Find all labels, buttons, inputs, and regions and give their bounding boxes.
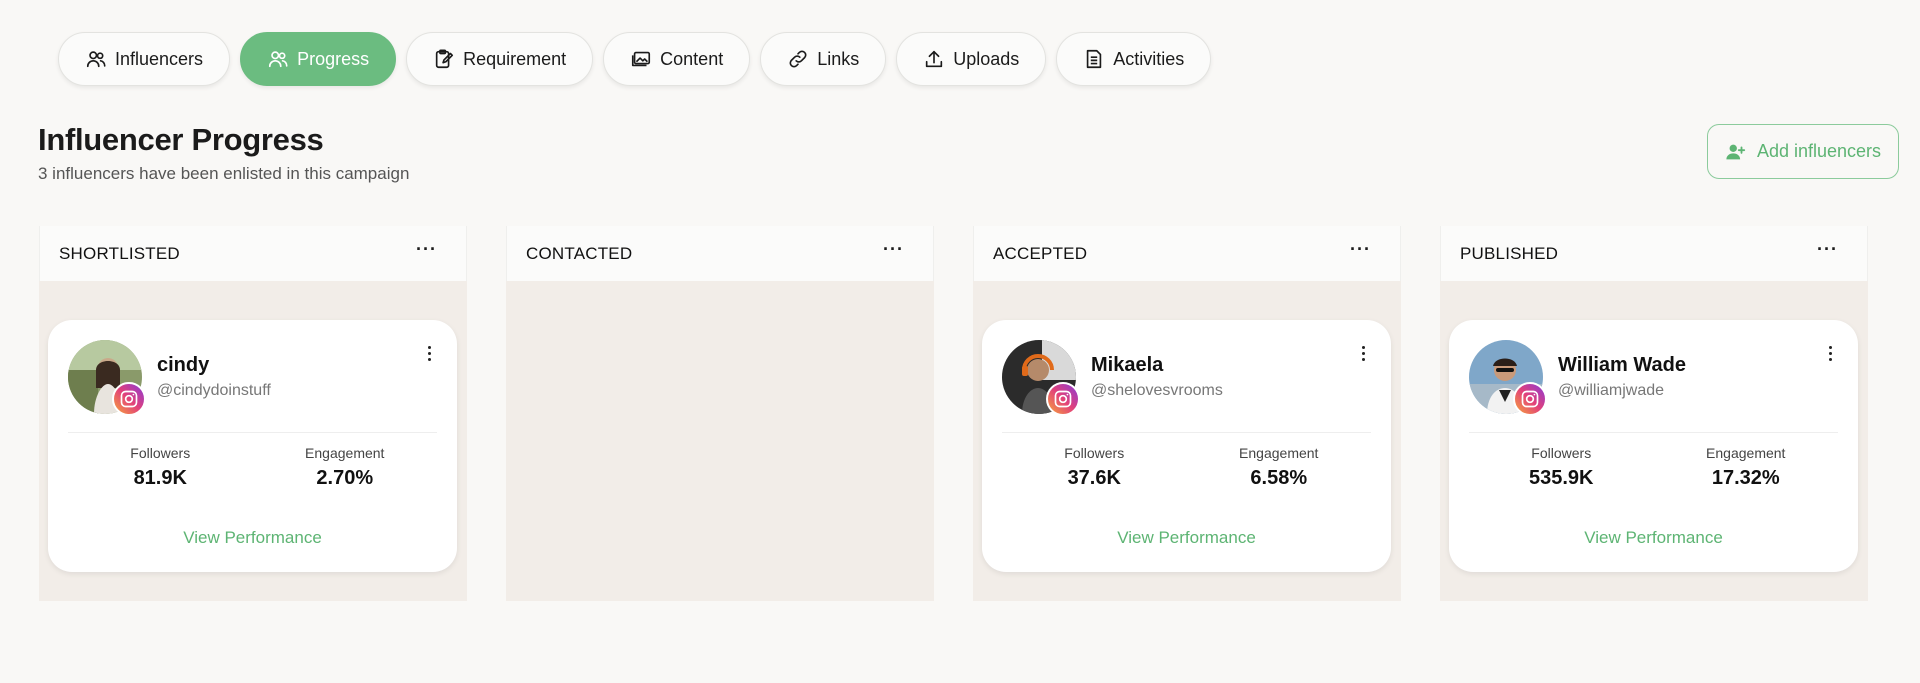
tab-progress[interactable]: Progress bbox=[240, 32, 397, 86]
view-performance-link[interactable]: View Performance bbox=[1449, 528, 1858, 548]
user-plus-icon bbox=[1726, 144, 1746, 159]
page-subtitle: 3 influencers have been enlisted in this… bbox=[38, 164, 410, 183]
users-icon bbox=[86, 51, 106, 68]
stats-row: Followers 535.9K Engagement 17.32% bbox=[1469, 432, 1838, 502]
page-title: Influencer Progress bbox=[38, 122, 324, 157]
column-header: PUBLISHED ··· bbox=[1440, 226, 1868, 281]
avatar bbox=[68, 340, 146, 416]
card-menu-icon[interactable] bbox=[1822, 342, 1838, 364]
add-influencers-button[interactable]: Add influencers bbox=[1707, 124, 1899, 179]
column-body: Mikaela @shelovesvrooms Followers 37.6K … bbox=[973, 281, 1401, 601]
tab-requirement[interactable]: Requirement bbox=[406, 32, 594, 86]
tab-label: Requirement bbox=[463, 48, 567, 69]
instagram-icon bbox=[1046, 382, 1080, 416]
engagement-label: Engagement bbox=[305, 445, 385, 461]
column-header: SHORTLISTED ··· bbox=[39, 226, 467, 281]
column-menu-button[interactable]: ··· bbox=[873, 239, 914, 268]
tab-bar: Influencers Progress Requirement Content… bbox=[58, 32, 1212, 86]
influencer-name: Mikaela bbox=[1091, 354, 1164, 376]
followers-stat: Followers 37.6K bbox=[1002, 433, 1187, 502]
page-header: Influencer Progress 3 influencers have b… bbox=[38, 122, 409, 184]
card-menu-icon[interactable] bbox=[421, 342, 437, 364]
influencer-handle: @cindydoinstuff bbox=[157, 382, 271, 399]
avatar bbox=[1469, 340, 1547, 416]
influencer-name: William Wade bbox=[1558, 354, 1686, 376]
tab-uploads[interactable]: Uploads bbox=[896, 32, 1047, 86]
column-header: ACCEPTED ··· bbox=[973, 226, 1401, 281]
influencer-card: William Wade @williamjwade Followers 535… bbox=[1449, 320, 1858, 572]
tab-activities[interactable]: Activities bbox=[1056, 32, 1212, 86]
engagement-stat: Engagement 17.32% bbox=[1654, 433, 1839, 502]
tab-label: Progress bbox=[297, 48, 370, 69]
upload-icon bbox=[926, 50, 943, 68]
influencer-name: cindy bbox=[157, 354, 210, 376]
engagement-stat: Engagement 6.58% bbox=[1187, 433, 1372, 502]
followers-stat: Followers 81.9K bbox=[68, 433, 253, 502]
column-title: CONTACTED bbox=[526, 243, 633, 263]
column-shortlisted: SHORTLISTED ··· cindy @cindydoinstuff Fo… bbox=[39, 226, 467, 601]
column-body: cindy @cindydoinstuff Followers 81.9K En… bbox=[39, 281, 467, 601]
followers-label: Followers bbox=[1064, 445, 1125, 461]
document-icon bbox=[1087, 49, 1102, 69]
users-icon bbox=[268, 51, 288, 68]
column-header: CONTACTED ··· bbox=[506, 226, 934, 281]
influencer-card: cindy @cindydoinstuff Followers 81.9K En… bbox=[48, 320, 457, 572]
engagement-value: 6.58% bbox=[1250, 467, 1308, 489]
followers-value: 535.9K bbox=[1529, 467, 1594, 489]
column-title: SHORTLISTED bbox=[59, 243, 180, 263]
card-menu-icon[interactable] bbox=[1355, 342, 1371, 364]
engagement-label: Engagement bbox=[1706, 445, 1786, 461]
engagement-value: 17.32% bbox=[1711, 467, 1780, 489]
tab-content[interactable]: Content bbox=[603, 32, 751, 86]
column-menu-button[interactable]: ··· bbox=[1340, 239, 1381, 268]
images-icon bbox=[632, 51, 651, 67]
tab-label: Activities bbox=[1113, 48, 1185, 69]
tab-label: Links bbox=[817, 48, 860, 69]
followers-label: Followers bbox=[130, 445, 191, 461]
followers-label: Followers bbox=[1531, 445, 1592, 461]
column-body: William Wade @williamjwade Followers 535… bbox=[1440, 281, 1868, 601]
view-performance-link[interactable]: View Performance bbox=[48, 528, 457, 548]
link-icon bbox=[789, 50, 807, 68]
stats-row: Followers 81.9K Engagement 2.70% bbox=[68, 432, 437, 502]
followers-value: 81.9K bbox=[133, 467, 187, 489]
followers-stat: Followers 535.9K bbox=[1469, 433, 1654, 502]
column-accepted: ACCEPTED ··· Mikaela @shelovesvrooms Fol… bbox=[973, 226, 1401, 601]
avatar bbox=[1002, 340, 1080, 416]
instagram-icon bbox=[1513, 382, 1547, 416]
column-menu-button[interactable]: ··· bbox=[1807, 239, 1848, 268]
engagement-value: 2.70% bbox=[316, 467, 374, 489]
influencer-card: Mikaela @shelovesvrooms Followers 37.6K … bbox=[982, 320, 1391, 572]
column-title: ACCEPTED bbox=[993, 243, 1088, 263]
influencer-handle: @williamjwade bbox=[1558, 382, 1665, 399]
column-menu-button[interactable]: ··· bbox=[406, 239, 447, 268]
influencer-handle: @shelovesvrooms bbox=[1091, 382, 1223, 399]
add-influencers-label: Add influencers bbox=[1756, 141, 1882, 161]
tab-label: Content bbox=[660, 48, 724, 69]
column-body bbox=[506, 281, 934, 601]
clipboard-edit-icon bbox=[435, 49, 454, 69]
tab-influencers[interactable]: Influencers bbox=[58, 32, 231, 86]
column-published: PUBLISHED ··· William Wade @williamjwade… bbox=[1440, 226, 1868, 601]
followers-value: 37.6K bbox=[1067, 467, 1121, 489]
engagement-stat: Engagement 2.70% bbox=[253, 433, 438, 502]
column-contacted: CONTACTED ··· bbox=[506, 226, 934, 601]
tab-label: Uploads bbox=[953, 48, 1020, 69]
tab-label: Influencers bbox=[115, 48, 204, 69]
tab-links[interactable]: Links bbox=[760, 32, 887, 86]
engagement-label: Engagement bbox=[1239, 445, 1319, 461]
instagram-icon bbox=[112, 382, 146, 416]
stats-row: Followers 37.6K Engagement 6.58% bbox=[1002, 432, 1371, 502]
view-performance-link[interactable]: View Performance bbox=[982, 528, 1391, 548]
column-title: PUBLISHED bbox=[1460, 243, 1559, 263]
